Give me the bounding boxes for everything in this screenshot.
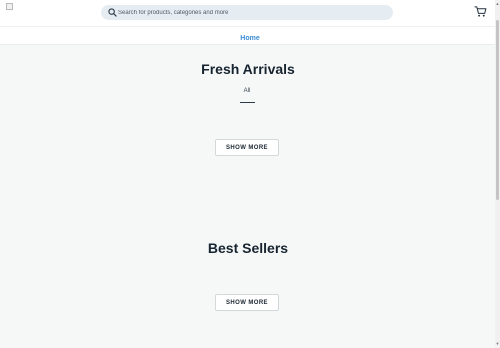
logo-image[interactable] xyxy=(6,3,13,10)
scroll-down-arrow-icon[interactable]: ▼ xyxy=(495,342,500,346)
tab-active-indicator xyxy=(240,102,255,103)
tab-all[interactable]: All xyxy=(237,88,257,94)
search-icon xyxy=(108,8,117,17)
header xyxy=(0,0,500,26)
nav-item-home[interactable]: Home xyxy=(240,35,259,42)
page: Home Fresh Arrivals All SHOW MORE Best S… xyxy=(0,0,500,348)
best-sellers-show-more-button[interactable]: SHOW MORE xyxy=(215,294,279,311)
scroll-up-arrow-icon[interactable]: ▲ xyxy=(495,2,500,6)
fresh-arrivals-title: Fresh Arrivals xyxy=(201,61,295,77)
best-sellers-title: Best Sellers xyxy=(207,240,289,256)
search-bar[interactable] xyxy=(101,5,393,20)
scrollbar-thumb[interactable] xyxy=(496,20,499,200)
cart-icon[interactable] xyxy=(474,5,487,18)
fresh-arrivals-show-more-button[interactable]: SHOW MORE xyxy=(215,139,279,156)
search-input[interactable] xyxy=(118,5,386,20)
vertical-scrollbar[interactable]: ▲ ▼ xyxy=(495,0,500,348)
main-nav: Home xyxy=(0,26,500,45)
